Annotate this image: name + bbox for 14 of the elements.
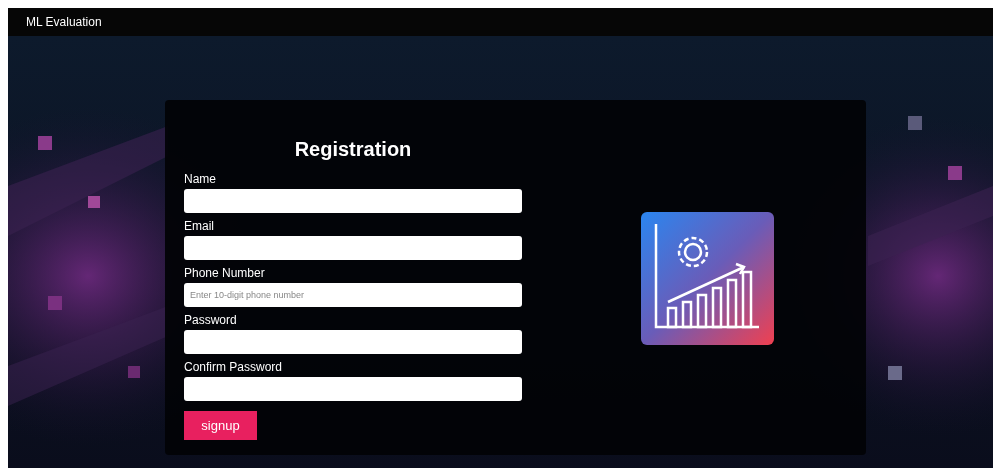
input-field[interactable] [184, 330, 522, 354]
input-field[interactable] [184, 377, 522, 401]
input-field[interactable]: Enter 10-digit phone number [184, 283, 522, 307]
input-field[interactable] [184, 236, 522, 260]
field-label: Name [184, 171, 217, 187]
field-label: Email [184, 218, 215, 234]
field-label: Password [184, 312, 238, 328]
field-label: Phone Number [184, 265, 266, 281]
growth-chart-icon [640, 212, 774, 345]
form-title: Registration [293, 137, 413, 162]
input-field[interactable] [184, 189, 522, 213]
signup-button[interactable]: signup [184, 411, 257, 440]
field-label: Confirm Password [184, 359, 284, 375]
brand-link[interactable]: ML Evaluation [26, 15, 102, 29]
